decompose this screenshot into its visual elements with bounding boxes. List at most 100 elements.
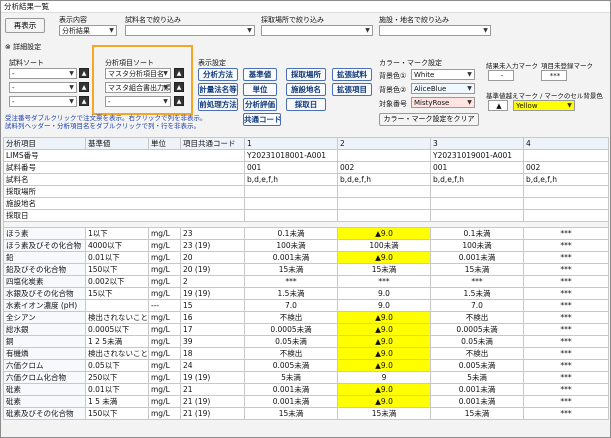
result-cell[interactable]: 15未満 xyxy=(244,263,338,276)
result-cell[interactable]: 9 xyxy=(337,371,431,384)
info-cell-1[interactable]: Y20231018001-A001 xyxy=(244,149,338,162)
redisplay-button[interactable]: 再表示 xyxy=(5,18,45,33)
info-cell-1[interactable] xyxy=(244,209,338,222)
exceed-color-select[interactable]: Yellow ▼ xyxy=(513,100,575,111)
result-cell[interactable]: 15未満 xyxy=(430,263,524,276)
result-cell[interactable]: ▲9.0 xyxy=(337,347,431,360)
analysis-sort-select-1[interactable]: マスタ分析項目名 ▼ xyxy=(105,68,171,79)
toggle-standard-value-button[interactable]: 基準値 xyxy=(243,68,277,81)
result-cell[interactable]: *** xyxy=(523,311,609,324)
info-cell-4[interactable]: b,d,e,f,h xyxy=(523,173,609,186)
result-cell[interactable]: *** xyxy=(523,383,609,396)
result-cell[interactable]: 0.1未満 xyxy=(244,227,338,240)
info-cell-4[interactable] xyxy=(523,209,609,222)
toggle-measurement-law-button[interactable]: 計量法名等 xyxy=(198,83,238,96)
display-content-select[interactable]: 分析結果 ▼ xyxy=(59,25,117,36)
sort-asc-icon[interactable]: ▲ xyxy=(174,68,184,78)
unregistered-mark-input[interactable]: *** xyxy=(541,70,567,81)
result-cell[interactable]: 0.001未満 xyxy=(244,251,338,264)
exceed-mark-input[interactable]: ▲ xyxy=(488,100,508,111)
toggle-pretreatment-button[interactable]: 前処理方法 xyxy=(198,98,238,111)
info-cell-2[interactable] xyxy=(337,209,431,222)
sample-sort-select-2[interactable]: - ▼ xyxy=(9,82,77,93)
info-cell-4[interactable] xyxy=(523,149,609,162)
bg1-select[interactable]: White ▼ xyxy=(411,69,475,80)
result-cell[interactable]: *** xyxy=(523,275,609,288)
analysis-sort-select-2[interactable]: マスタ組合書出力順 ▼ xyxy=(105,82,171,93)
result-cell[interactable]: 9.0 xyxy=(337,299,431,312)
result-cell[interactable]: 0.05未満 xyxy=(430,335,524,348)
header-standard-value[interactable]: 基準値 xyxy=(85,137,149,150)
toggle-unit-button[interactable]: 単位 xyxy=(243,83,277,96)
toggle-sampling-place-button[interactable]: 採取場所 xyxy=(286,68,326,81)
info-cell-1[interactable]: 001 xyxy=(244,161,338,174)
result-cell[interactable]: 100未満 xyxy=(430,239,524,252)
analysis-item-cell[interactable]: 砒素 xyxy=(3,383,86,396)
result-cell[interactable]: ▲9.0 xyxy=(337,311,431,324)
result-cell[interactable]: ▲9.0 xyxy=(337,395,431,408)
result-cell[interactable]: *** xyxy=(523,407,609,420)
info-cell-1[interactable] xyxy=(244,185,338,198)
result-cell[interactable]: *** xyxy=(523,263,609,276)
result-cell[interactable]: 1.5未満 xyxy=(430,287,524,300)
result-cell[interactable]: 0.001未満 xyxy=(430,251,524,264)
result-cell[interactable]: *** xyxy=(523,299,609,312)
result-cell[interactable]: 0.001未満 xyxy=(430,395,524,408)
result-cell[interactable]: 5未満 xyxy=(430,371,524,384)
result-cell[interactable]: *** xyxy=(244,275,338,288)
result-cell[interactable]: 0.005未満 xyxy=(244,359,338,372)
info-cell-4[interactable]: 002 xyxy=(523,161,609,174)
info-cell-3[interactable] xyxy=(430,185,524,198)
result-cell[interactable]: 100未満 xyxy=(337,239,431,252)
info-cell-3[interactable] xyxy=(430,209,524,222)
result-cell[interactable]: 1.5未満 xyxy=(244,287,338,300)
toggle-facility-name-button[interactable]: 施設地名 xyxy=(286,83,326,96)
result-cell[interactable]: 0.001未満 xyxy=(244,395,338,408)
analysis-item-cell[interactable]: ほう素 xyxy=(3,227,86,240)
result-cell[interactable]: 15未満 xyxy=(337,263,431,276)
result-cell[interactable]: 0.005未満 xyxy=(430,359,524,372)
analysis-item-cell[interactable]: 六価クロム化合物 xyxy=(3,371,86,384)
result-cell[interactable]: *** xyxy=(523,395,609,408)
header-sample-2[interactable]: 2 xyxy=(337,137,431,150)
result-cell[interactable]: *** xyxy=(523,323,609,336)
header-common-code[interactable]: 項目共通コード xyxy=(180,137,245,150)
sort-asc-icon[interactable]: ▲ xyxy=(174,82,184,92)
info-cell-3[interactable]: Y20231019001-A001 xyxy=(430,149,524,162)
info-cell-2[interactable]: 002 xyxy=(337,161,431,174)
toggle-sampling-date-button[interactable]: 採取日 xyxy=(286,98,326,111)
result-cell[interactable]: *** xyxy=(523,239,609,252)
clear-color-settings-button[interactable]: カラー・マーク設定をクリア xyxy=(379,113,479,126)
result-cell[interactable]: 7.0 xyxy=(244,299,338,312)
toggle-common-code-button[interactable]: 共通コード xyxy=(243,113,281,126)
toggle-analysis-method-button[interactable]: 分析方法 xyxy=(198,68,238,81)
info-cell-1[interactable]: b,d,e,f,h xyxy=(244,173,338,186)
detail-toggle[interactable]: ⊗ 詳細設定 xyxy=(5,42,41,52)
info-cell-4[interactable] xyxy=(523,197,609,210)
analysis-sort-select-3[interactable]: - ▼ xyxy=(105,96,171,107)
result-cell[interactable]: ▲9.0 xyxy=(337,383,431,396)
header-sample-1[interactable]: 1 xyxy=(244,137,338,150)
result-cell[interactable]: *** xyxy=(523,371,609,384)
result-cell[interactable]: 0.0005未満 xyxy=(430,323,524,336)
result-cell[interactable]: *** xyxy=(523,347,609,360)
result-cell[interactable]: 不検出 xyxy=(244,311,338,324)
result-cell[interactable]: 0.001未満 xyxy=(244,383,338,396)
sample-filter-select[interactable]: ▼ xyxy=(125,25,255,36)
header-sample-4[interactable]: 4 xyxy=(523,137,609,150)
result-cell[interactable]: ▲9.0 xyxy=(337,359,431,372)
result-cell[interactable]: 9.0 xyxy=(337,287,431,300)
info-cell-2[interactable] xyxy=(337,149,431,162)
result-cell[interactable]: *** xyxy=(523,251,609,264)
result-cell[interactable]: *** xyxy=(523,287,609,300)
analysis-item-cell[interactable]: 全シアン xyxy=(3,311,86,324)
info-cell-3[interactable]: 001 xyxy=(430,161,524,174)
toggle-evaluation-button[interactable]: 分析評価 xyxy=(243,98,277,111)
result-cell[interactable]: *** xyxy=(337,275,431,288)
sort-asc-icon[interactable]: ▲ xyxy=(174,96,184,106)
analysis-item-cell[interactable]: 水素イオン濃度 (pH) xyxy=(3,299,86,312)
unentered-mark-input[interactable]: - xyxy=(488,70,514,81)
result-cell[interactable]: 15未満 xyxy=(430,407,524,420)
info-cell-2[interactable]: b,d,e,f,h xyxy=(337,173,431,186)
result-cell[interactable]: 不検出 xyxy=(430,311,524,324)
